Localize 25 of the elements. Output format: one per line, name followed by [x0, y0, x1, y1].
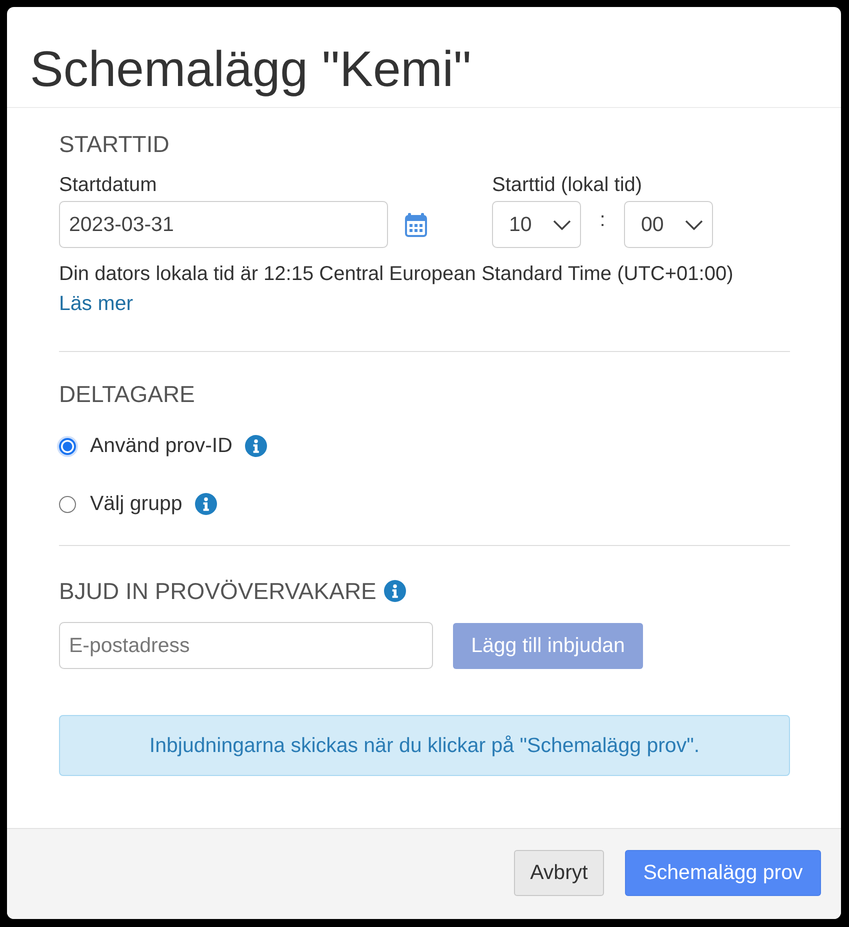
radio-button[interactable]: [59, 438, 76, 454]
timezone-note: Din dators lokala tid är 12:15 Central European Standard Time (UTC+01:00): [59, 262, 734, 287]
info-icon[interactable]: [195, 493, 218, 515]
section-heading: BJUD IN PROVÖVERVAKARE: [59, 577, 376, 605]
option-label[interactable]: Använd prov-ID: [90, 434, 232, 458]
minute-select[interactable]: 00: [624, 201, 713, 248]
time-separator: :: [598, 209, 606, 232]
chevron-icon: [553, 220, 571, 230]
info-icon[interactable]: [384, 580, 406, 602]
email-field[interactable]: E-postadress: [59, 622, 433, 669]
footer-button[interactable]: Avbryt: [514, 850, 604, 896]
field-label: Startdatum: [59, 173, 157, 197]
option-label[interactable]: Välj grupp: [90, 492, 182, 516]
dialog-title: Schemalägg "Kemi": [30, 41, 472, 97]
hour-select[interactable]: 10: [492, 201, 581, 248]
radio-button[interactable]: [59, 496, 76, 512]
calendar-icon[interactable]: [405, 212, 427, 236]
date-field[interactable]: 2023-03-31: [59, 201, 388, 248]
read-more-link[interactable]: Läs mer: [59, 292, 134, 315]
field-label: Starttid (lokal tid): [492, 173, 642, 197]
section-heading: DELTAGARE: [59, 380, 195, 408]
chevron-icon: [685, 220, 703, 230]
section-heading: STARTTID: [59, 130, 170, 158]
info-icon[interactable]: [245, 435, 268, 457]
info-alert: Inbjudningarna skickas när du klickar på "Schemalägg prov".: [59, 715, 790, 776]
